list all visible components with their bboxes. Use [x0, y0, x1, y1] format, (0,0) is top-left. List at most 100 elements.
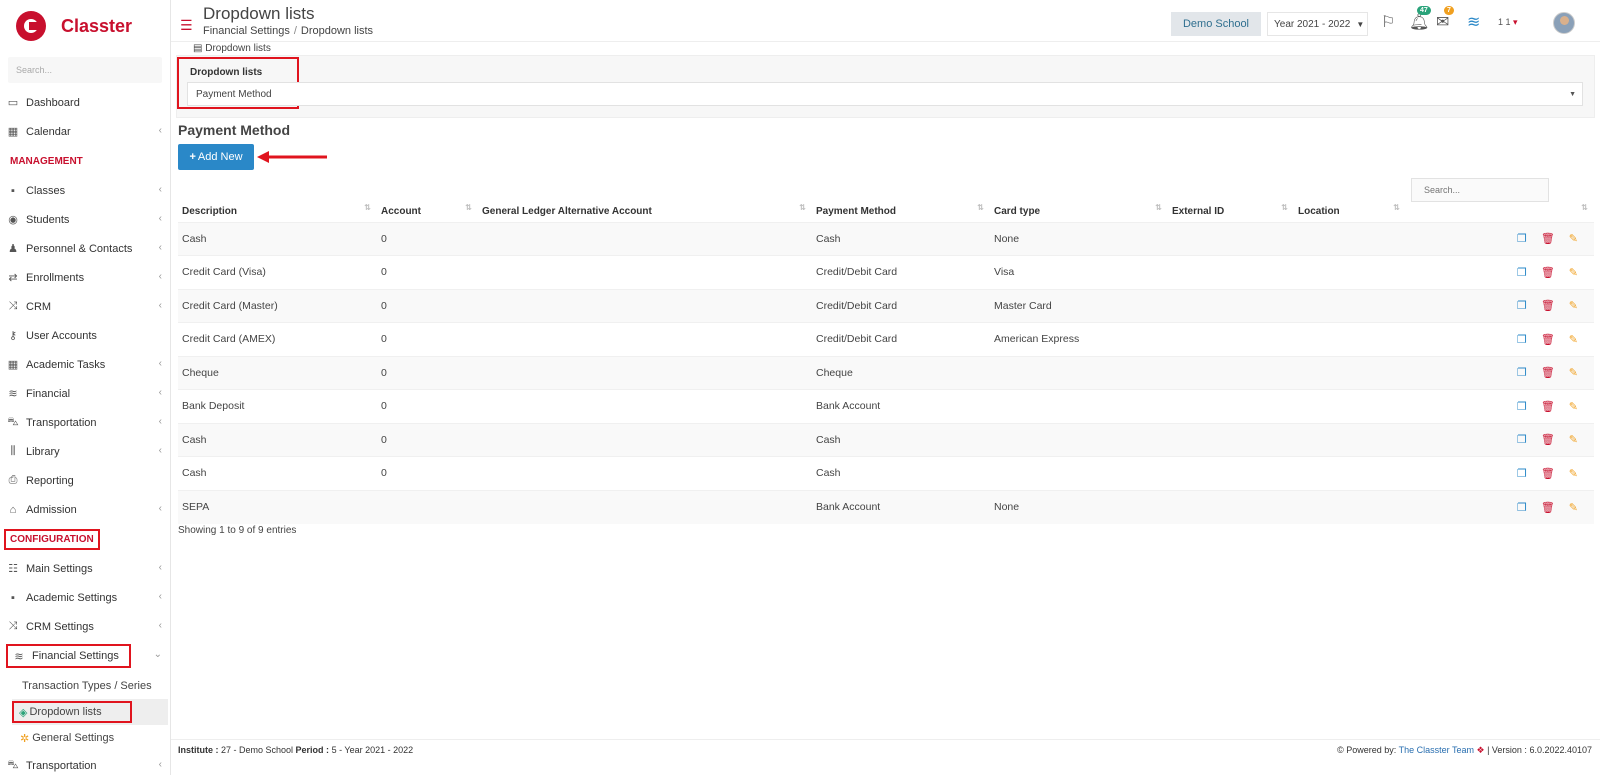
logo[interactable]: Classter: [0, 0, 170, 52]
sidebar-item-library[interactable]: ⫼ Library ‹: [0, 437, 170, 466]
sidebar-item-admission[interactable]: ⌂ Admission ‹: [0, 495, 170, 524]
sidebar-sub-transaction-types[interactable]: Transaction Types / Series: [0, 673, 170, 699]
table-cell: [1168, 221, 1294, 256]
sidebar-sub-general-settings[interactable]: ✲ General Settings: [0, 725, 170, 751]
sidebar-sub-label: Dropdown lists: [29, 706, 102, 718]
sidebar-item-user-accounts[interactable]: ⚷ User Accounts: [0, 321, 170, 350]
copy-icon[interactable]: ❐: [1517, 266, 1527, 279]
table-cell: [478, 255, 812, 289]
caret-down-icon: ▼: [1569, 91, 1576, 98]
sidebar-item-calendar[interactable]: ▦ Calendar ‹: [0, 117, 170, 146]
sidebar-item-dashboard[interactable]: ▭ Dashboard: [0, 88, 170, 117]
sidebar-item-students[interactable]: ◉ Students ‹: [0, 205, 170, 234]
sidebar-item-label: Dashboard: [26, 96, 80, 109]
trash-icon[interactable]: 🗑︎: [1541, 366, 1555, 379]
copy-icon[interactable]: ❐: [1517, 501, 1527, 514]
pencil-icon[interactable]: ✎: [1569, 299, 1578, 312]
school-button[interactable]: Demo School: [1171, 12, 1261, 36]
sidebar-item-main-settings[interactable]: ☷ Main Settings ‹: [0, 554, 170, 583]
copy-icon[interactable]: ❐: [1517, 299, 1527, 312]
sidebar-item-academic-tasks[interactable]: ▦ Academic Tasks ‹: [0, 350, 170, 379]
sidebar-item-financial[interactable]: ≋ Financial ‹: [0, 379, 170, 408]
trash-icon[interactable]: 🗑︎: [1541, 501, 1555, 514]
column-header-label: General Ledger Alternative Account: [482, 206, 652, 218]
column-header-label: Card type: [994, 206, 1041, 218]
flag-icon[interactable]: ⚐: [1381, 12, 1395, 32]
table-cell: [478, 288, 812, 323]
user-menu[interactable]: 1 1 ▾: [1498, 17, 1518, 28]
sidebar-sub-dropdown-lists[interactable]: ◈ Dropdown lists: [12, 699, 168, 725]
trash-icon[interactable]: 🗑︎: [1541, 266, 1555, 279]
column-header-general-ledger-alternative-account[interactable]: General Ledger Alternative Account ⇅: [478, 202, 812, 222]
add-new-button[interactable]: + Add New: [178, 144, 254, 170]
sidebar-item-personnel-contacts[interactable]: ♟ Personnel & Contacts ‹: [0, 234, 170, 263]
copy-icon[interactable]: ❐: [1517, 366, 1527, 379]
trash-icon[interactable]: 🗑︎: [1541, 467, 1555, 480]
sidebar-item-transportation-bottom[interactable]: ⛍ Transportation ‹: [0, 751, 170, 775]
copy-icon[interactable]: ❐: [1517, 433, 1527, 446]
pencil-icon[interactable]: ✎: [1569, 501, 1578, 514]
sidebar-item-classes[interactable]: ▪ Classes ‹: [0, 176, 170, 205]
sidebar-item-crm-settings[interactable]: ⤨ CRM Settings ‹: [0, 612, 170, 641]
sidebar-item-label: CRM Settings: [26, 620, 94, 633]
trash-icon[interactable]: 🗑︎: [1541, 400, 1555, 413]
column-header-card-type[interactable]: Card type ⇅: [990, 202, 1168, 222]
pencil-icon[interactable]: ✎: [1569, 467, 1578, 480]
table-cell: [1168, 456, 1294, 490]
layers-icon[interactable]: ≋: [1467, 12, 1480, 32]
table-cell: [478, 355, 812, 390]
copy-icon[interactable]: ❐: [1517, 232, 1527, 245]
copy-icon[interactable]: ❐: [1517, 400, 1527, 413]
column-header-label: Location: [1298, 206, 1340, 218]
sidebar-item-academic-settings[interactable]: ▪ Academic Settings ‹: [0, 583, 170, 612]
table-cell: Cash: [178, 456, 377, 490]
pencil-icon[interactable]: ✎: [1569, 366, 1578, 379]
pencil-icon[interactable]: ✎: [1569, 232, 1578, 245]
sidebar-item-enrollments[interactable]: ⇄ Enrollments ‹: [0, 263, 170, 292]
year-select[interactable]: Year 2021 - 2022 ▼: [1267, 12, 1368, 36]
tab-dropdown-lists[interactable]: ▤ Dropdown lists: [193, 43, 271, 54]
bell-icon[interactable]: 🔔︎ 47: [1409, 6, 1431, 32]
envelope-icon[interactable]: ✉ 7: [1436, 6, 1454, 32]
table-cell: [478, 422, 812, 457]
pencil-icon[interactable]: ✎: [1569, 433, 1578, 446]
table-cell: 0: [377, 456, 478, 490]
table-search-input[interactable]: [1411, 178, 1549, 202]
sidebar-item-crm[interactable]: ⤨ CRM ‹: [0, 292, 170, 321]
pencil-icon[interactable]: ✎: [1569, 400, 1578, 413]
sort-icon: ⇅: [1155, 203, 1162, 212]
pencil-icon[interactable]: ✎: [1569, 266, 1578, 279]
row-actions: ❐ 🗑︎ ✎: [1406, 221, 1594, 256]
trash-icon[interactable]: 🗑︎: [1541, 333, 1555, 346]
sidebar-item-transportation[interactable]: ⛍ Transportation ‹: [0, 408, 170, 437]
column-header-location[interactable]: Location ⇅: [1294, 202, 1406, 222]
column-header-external-id[interactable]: External ID ⇅: [1168, 202, 1294, 222]
sidebar-item-reporting[interactable]: ⎙ Reporting: [0, 466, 170, 495]
breadcrumb-financial-settings[interactable]: Financial Settings: [203, 25, 290, 37]
table-cell: SEPA: [178, 489, 377, 524]
trash-icon[interactable]: 🗑︎: [1541, 232, 1555, 245]
dropdown-list-select[interactable]: Payment Method ▼: [187, 82, 1583, 106]
table-cell: Cheque: [178, 355, 377, 390]
menu-toggle-icon[interactable]: ☰: [180, 17, 193, 34]
breadcrumb: Financial Settings / Dropdown lists: [203, 25, 374, 37]
table-cell: [1294, 221, 1406, 256]
column-header-account[interactable]: Account ⇅: [377, 202, 478, 222]
trash-icon[interactable]: 🗑︎: [1541, 433, 1555, 446]
avatar[interactable]: [1553, 12, 1575, 34]
copy-icon[interactable]: ❐: [1517, 333, 1527, 346]
team-link[interactable]: The Classter Team: [1399, 745, 1474, 755]
pencil-icon[interactable]: ✎: [1569, 333, 1578, 346]
calendar-icon: ▦: [7, 126, 19, 138]
trash-icon[interactable]: 🗑︎: [1541, 299, 1555, 312]
chevron-down-icon: ⌄: [153, 649, 162, 660]
sidebar-item-financial-settings[interactable]: ≋ Financial Settings ⌄: [0, 641, 170, 671]
table-row: Credit Card (Visa) 0 Credit/Debit Card Visa…: [178, 255, 1594, 289]
table-cell: 0: [377, 389, 478, 423]
column-header-payment-method[interactable]: Payment Method ⇅: [812, 202, 990, 222]
sidebar-item-label: Enrollments: [26, 271, 85, 284]
column-header-description[interactable]: Description ⇅: [178, 202, 377, 222]
copy-icon[interactable]: ❐: [1517, 467, 1527, 480]
table-cell: Credit Card (Master): [178, 288, 377, 323]
sidebar-search-input[interactable]: Search...: [8, 57, 162, 83]
